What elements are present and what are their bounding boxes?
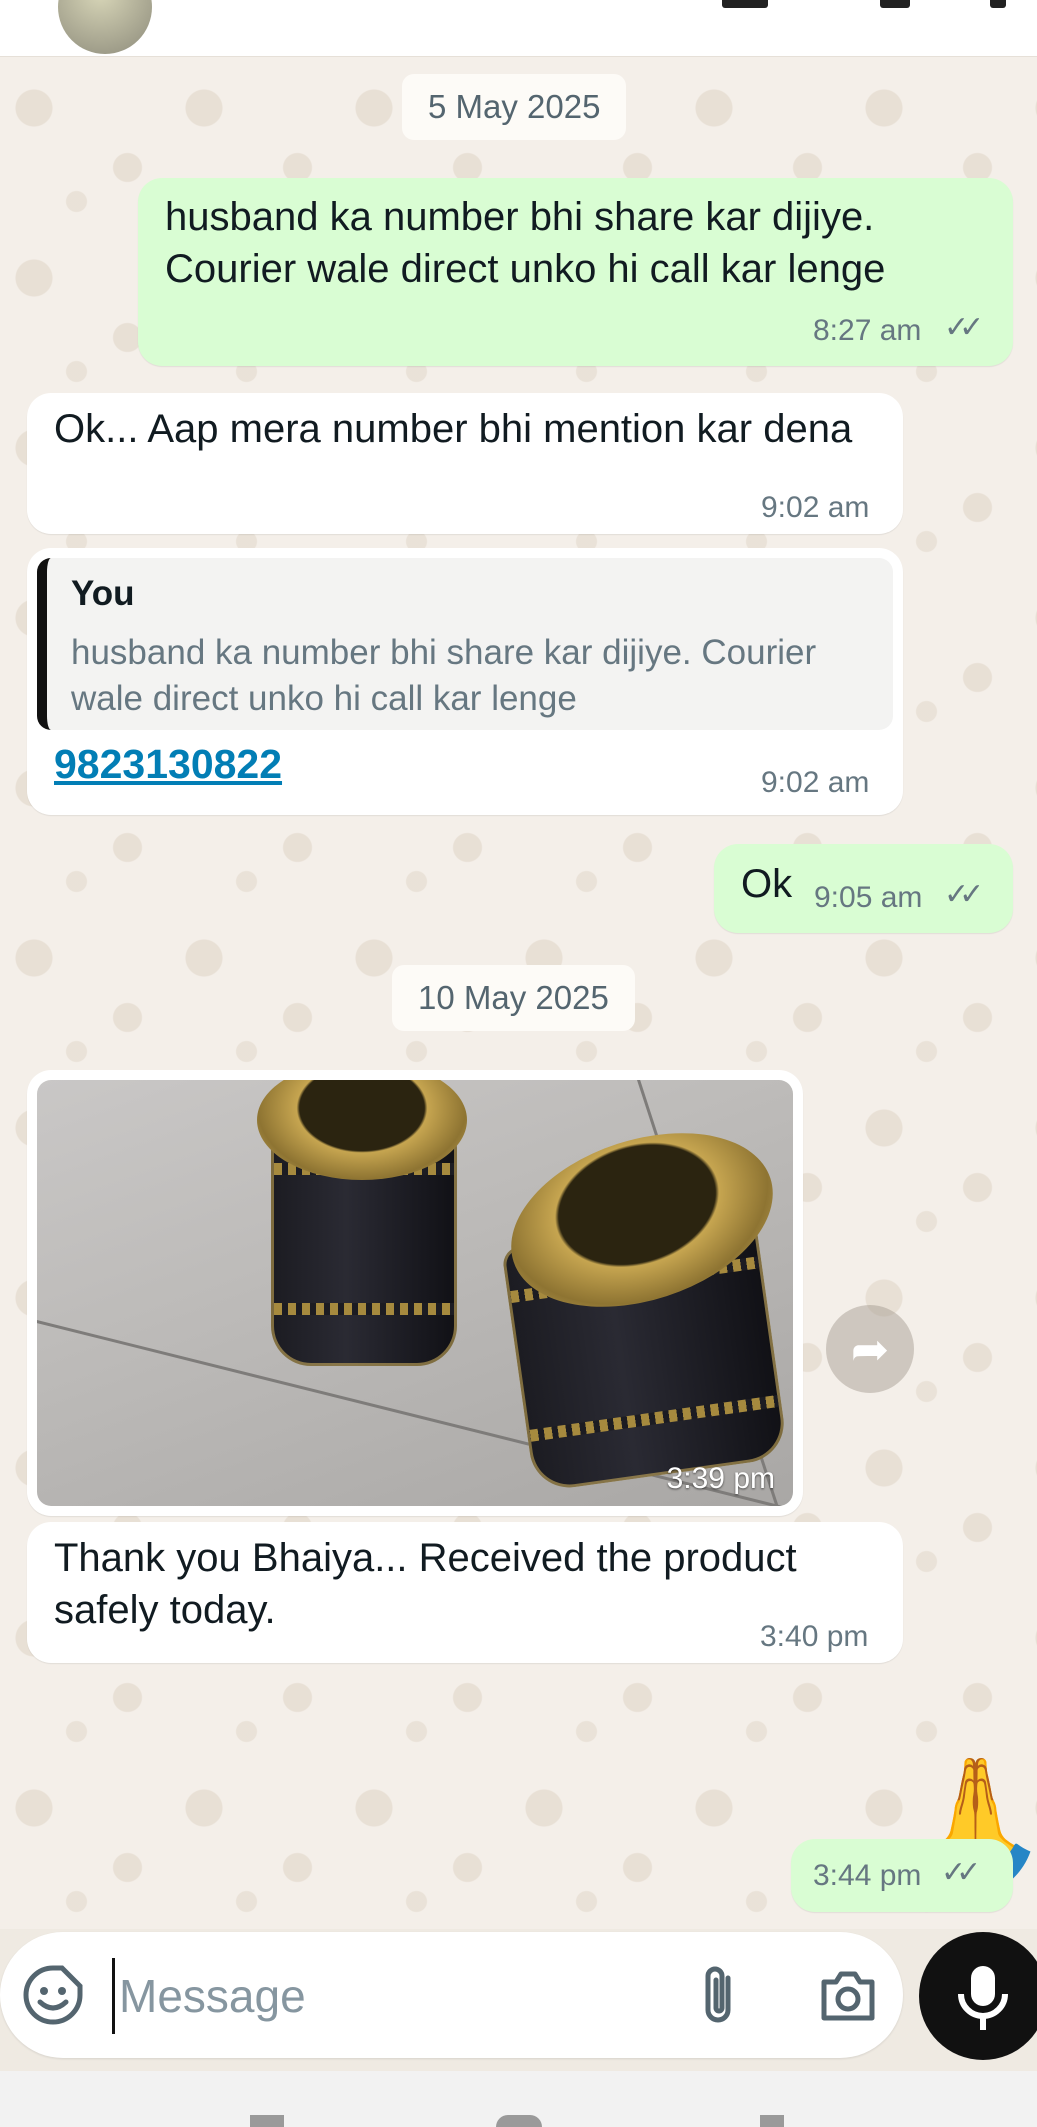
- phone-number-link[interactable]: 9823130822: [54, 741, 282, 788]
- message-outgoing[interactable]: 3:44 pm ✓✓: [791, 1839, 1013, 1912]
- message-outgoing[interactable]: husband ka number bhi share kar dijiye. …: [138, 178, 1013, 366]
- voice-call-icon[interactable]: [880, 0, 910, 8]
- quoted-text: husband ka number bhi share kar dijiye. …: [71, 633, 817, 718]
- message-time: 9:02 am: [761, 491, 870, 524]
- message-photo[interactable]: 3:39 pm: [27, 1070, 803, 1516]
- message-incoming[interactable]: Ok... Aap mera number bhi mention kar de…: [27, 393, 903, 534]
- message-text: Ok... Aap mera number bhi mention kar de…: [54, 407, 853, 451]
- quoted-author: You: [71, 574, 135, 613]
- chat-header: [0, 0, 1037, 57]
- jar-left: [257, 1080, 477, 1366]
- forward-icon[interactable]: ➦: [826, 1305, 914, 1393]
- date-chip: 10 May 2025: [392, 965, 635, 1031]
- message-outgoing[interactable]: Ok 9:05 am ✓✓: [714, 844, 1013, 933]
- message-time: 3:44 pm: [813, 1859, 922, 1892]
- message-time: 3:40 pm: [760, 1620, 869, 1653]
- message-input[interactable]: [112, 1958, 661, 2034]
- contact-avatar[interactable]: [58, 0, 152, 54]
- photo-image[interactable]: 3:39 pm: [37, 1080, 793, 1506]
- message-time: 8:27 am: [813, 314, 922, 347]
- jar-right: [488, 1102, 793, 1493]
- chat-area[interactable]: 5 May 2025 husband ka number bhi share k…: [0, 57, 1037, 1929]
- paperclip-icon[interactable]: [694, 1962, 746, 2028]
- video-call-icon[interactable]: [722, 0, 768, 8]
- message-composer: [0, 1932, 903, 2058]
- quoted-message[interactable]: You husband ka number bhi share kar diji…: [37, 558, 893, 730]
- date-chip: 5 May 2025: [402, 74, 627, 140]
- read-receipt-icon: ✓✓: [944, 878, 984, 911]
- message-time: 9:02 am: [761, 766, 870, 799]
- system-navigation-bar: [0, 2071, 1037, 2127]
- read-receipt-icon: ✓✓: [941, 1856, 981, 1889]
- message-incoming-reply[interactable]: You husband ka number bhi share kar diji…: [27, 548, 903, 815]
- sticker-smile-icon[interactable]: [22, 1964, 84, 2026]
- back-icon[interactable]: [760, 2115, 784, 2127]
- read-receipt-icon: ✓✓: [944, 311, 984, 344]
- message-incoming[interactable]: Thank you Bhaiya... Received the product…: [27, 1522, 903, 1663]
- message-time: 9:05 am: [814, 881, 923, 914]
- more-options-icon[interactable]: [990, 0, 1006, 8]
- photo-time: 3:39 pm: [666, 1462, 775, 1495]
- recent-apps-icon[interactable]: [250, 2115, 284, 2127]
- microphone-icon[interactable]: [919, 1932, 1037, 2060]
- message-text: Ok: [741, 862, 793, 906]
- message-text: husband ka number bhi share kar dijiye. …: [165, 195, 886, 291]
- camera-icon[interactable]: [818, 1968, 878, 2024]
- home-icon[interactable]: [496, 2115, 542, 2127]
